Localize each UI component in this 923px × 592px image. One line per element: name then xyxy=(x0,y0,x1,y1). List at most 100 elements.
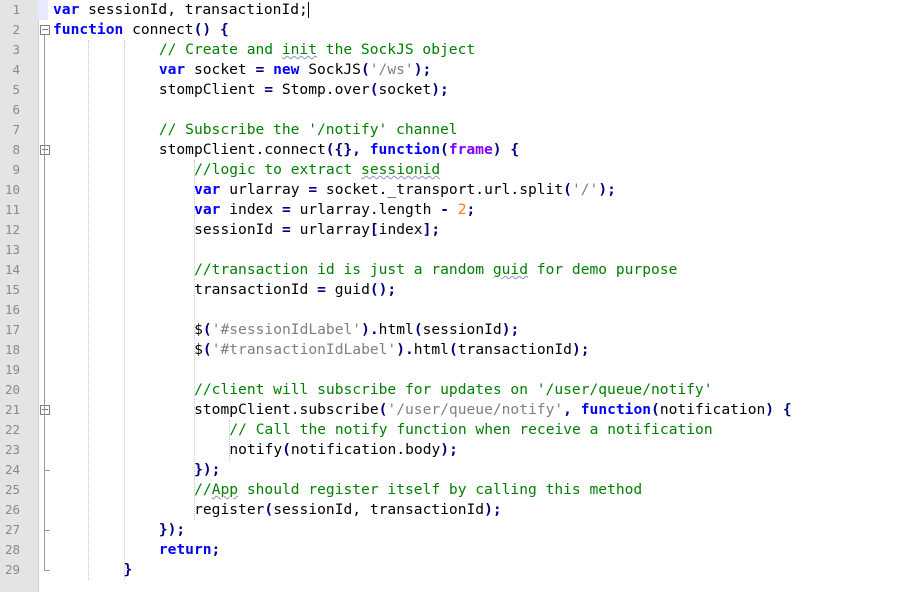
fold-toggle-icon[interactable] xyxy=(40,25,50,35)
code-line[interactable]: stompClient.connect({}, function(frame) … xyxy=(159,140,519,160)
fold-end-marker xyxy=(44,570,50,571)
code-token: { xyxy=(782,401,792,418)
code-token: ); xyxy=(431,81,449,98)
code-token: var xyxy=(158,61,186,78)
code-token: urlarray xyxy=(220,181,309,198)
indent-guide xyxy=(123,40,125,580)
code-token: = xyxy=(308,181,318,198)
fold-toggle-icon[interactable] xyxy=(40,145,50,155)
line-number: 23 xyxy=(4,442,20,457)
code-token: sessionId xyxy=(422,321,502,338)
line-number-gutter[interactable]: 1 2 3 4 5 6 7 8 9 10 11 12 13 14 15 16 17 18 19 20 21 22 23 24 2… xyxy=(0,0,39,592)
code-token: ( xyxy=(202,321,212,338)
code-token: // xyxy=(194,481,212,498)
code-line[interactable]: $('#transactionIdLabel').html(transactio… xyxy=(194,340,589,360)
code-token: sessionid xyxy=(361,161,441,178)
code-token: ). xyxy=(361,321,379,338)
code-token: socket._transport.url.split xyxy=(317,181,564,198)
line-number: 10 xyxy=(4,182,20,197)
code-line[interactable]: var socket = new SockJS('/ws'); xyxy=(159,60,431,80)
code-line[interactable]: transactionId = guid(); xyxy=(194,280,396,300)
code-token: ) xyxy=(492,141,502,158)
code-line[interactable]: }); xyxy=(159,520,185,540)
code-token: (); xyxy=(369,281,397,298)
code-token: stompClient.connect xyxy=(158,141,326,158)
code-line[interactable]: //client will subscribe for updates on '… xyxy=(194,380,712,400)
code-line[interactable]: //transaction id is just a random guid f… xyxy=(194,260,677,280)
code-token: ); xyxy=(440,441,458,458)
code-token: ); xyxy=(598,181,616,198)
line-number: 17 xyxy=(4,322,20,337)
code-token: sessionId, transactionId xyxy=(273,501,485,518)
code-token: html xyxy=(413,341,449,358)
current-line-marker xyxy=(38,0,48,20)
code-line[interactable]: // Call the notify function when receive… xyxy=(229,420,712,440)
code-line[interactable]: // Subscribe the '/notify' channel xyxy=(159,120,458,140)
code-line[interactable]: function connect() { xyxy=(53,20,229,40)
line-number: 26 xyxy=(4,502,20,517)
code-line[interactable]: //logic to extract sessionid xyxy=(194,160,440,180)
line-number: 9 xyxy=(12,162,20,177)
code-token: transactionId xyxy=(194,281,318,298)
code-token: var xyxy=(194,181,221,198)
code-line[interactable]: return; xyxy=(159,540,221,560)
code-token: function xyxy=(369,141,441,158)
code-token: the SockJS object xyxy=(317,41,476,58)
code-line[interactable]: var index = urlarray.length - 2; xyxy=(194,200,475,220)
code-token: register xyxy=(194,501,265,518)
line-number: 24 xyxy=(4,462,20,477)
code-token: } xyxy=(123,561,133,578)
code-token: App xyxy=(211,481,239,498)
code-token: ( xyxy=(264,501,274,518)
line-number: 21 xyxy=(4,402,20,417)
code-token: '/' xyxy=(571,181,599,198)
line-number: 16 xyxy=(4,302,20,317)
code-token: ; xyxy=(466,201,476,218)
code-line[interactable]: stompClient = Stomp.over(socket); xyxy=(159,80,449,100)
code-token: ); xyxy=(413,61,432,78)
code-token: }); xyxy=(158,521,186,538)
line-number: 12 xyxy=(4,222,20,237)
line-number: 14 xyxy=(4,262,20,277)
code-line[interactable]: $('#sessionIdLabel').html(sessionId); xyxy=(194,320,519,340)
code-line[interactable]: //App should register itself by calling … xyxy=(194,480,642,500)
line-number: 5 xyxy=(12,82,20,97)
line-number: 4 xyxy=(12,62,20,77)
code-token: = xyxy=(255,61,265,78)
code-token: ( xyxy=(202,341,212,358)
code-token: ); xyxy=(484,501,502,518)
code-line[interactable]: var sessionId, transactionId; xyxy=(53,0,308,20)
line-number: 19 xyxy=(4,362,20,377)
code-line[interactable]: } xyxy=(124,560,133,580)
code-line[interactable]: sessionId = urlarray[index]; xyxy=(194,220,440,240)
code-line[interactable]: register(sessionId, transactionId); xyxy=(194,500,502,520)
code-token: //client will subscribe for updates on '… xyxy=(194,381,713,398)
code-line[interactable]: stompClient.subscribe ('/user/queue/notif… xyxy=(194,400,792,420)
line-number: 8 xyxy=(12,142,20,157)
code-token: ); xyxy=(571,341,590,358)
code-editor[interactable]: 1 2 3 4 5 6 7 8 9 10 11 12 13 14 15 16 17 18 19 20 21 22 23 24 2… xyxy=(0,0,923,592)
code-line[interactable]: notify(notification.body); xyxy=(229,440,457,460)
fold-toggle-icon[interactable] xyxy=(40,405,50,415)
code-line[interactable]: // Create and init the SockJS object xyxy=(159,40,475,60)
line-number: 20 xyxy=(4,382,20,397)
code-token: notification xyxy=(659,401,766,418)
code-line[interactable]: }); xyxy=(194,460,220,480)
fold-end-marker xyxy=(44,530,50,531)
code-token: should register itself by calling this m… xyxy=(238,481,643,498)
code-token: = xyxy=(281,201,291,218)
code-token: () xyxy=(193,21,212,38)
code-token: transactionId xyxy=(457,341,572,358)
code-token: = xyxy=(317,281,326,298)
code-token: var xyxy=(194,201,221,218)
code-token: for demo purpose xyxy=(528,261,678,278)
code-token: $ xyxy=(194,341,203,358)
code-token: index xyxy=(220,201,282,218)
code-token: [ xyxy=(369,221,379,238)
code-line[interactable]: var urlarray = socket._transport.url.spl… xyxy=(194,180,616,200)
code-token: ( xyxy=(282,441,291,458)
line-number: 3 xyxy=(12,42,20,57)
code-token: }); xyxy=(194,461,221,478)
